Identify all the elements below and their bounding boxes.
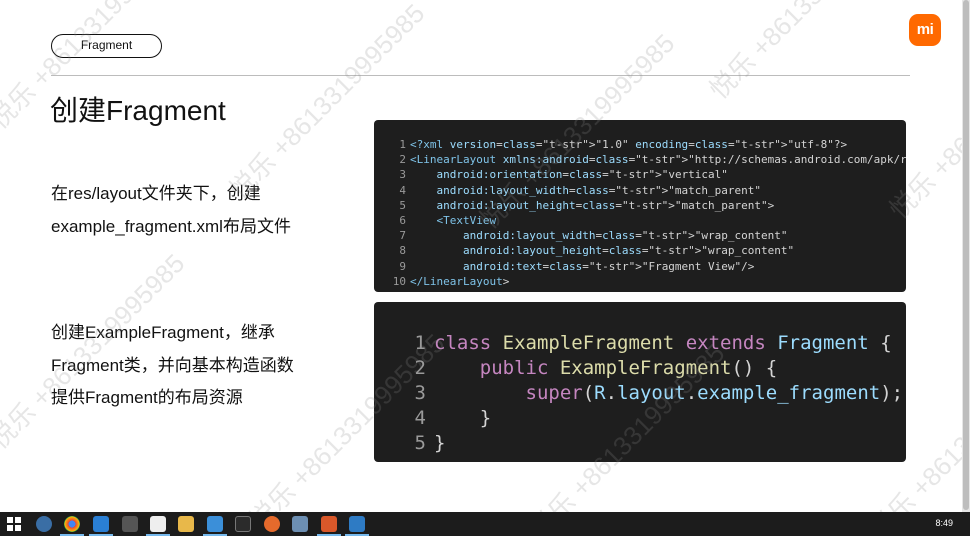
code-text: android:layout_width=class="t-str">"wrap… <box>462 229 788 243</box>
code-text: } <box>434 407 492 429</box>
line-number: 3 <box>414 382 426 404</box>
code-line: 2 public ExampleFragment() { <box>374 356 903 381</box>
java-code-block: 1 class ExampleFragment extends Fragment … <box>374 302 906 462</box>
scrollbar-thumb[interactable] <box>963 0 969 510</box>
line-number: 2 <box>414 357 426 379</box>
description-line: example_fragment.xml布局文件 <box>51 216 291 236</box>
taskbar: 8:49 <box>0 512 970 536</box>
line-number: 3 <box>399 168 406 182</box>
code-line: 10 </LinearLayout> <box>374 274 906 289</box>
line-number: 1 <box>414 332 426 354</box>
code-text: } <box>434 432 446 454</box>
description-line: Fragment类，并向基本构造函数 <box>51 355 294 375</box>
code-line: 4 android:layout_width=class="t-str">"ma… <box>374 183 906 198</box>
browser-icon[interactable] <box>89 516 113 536</box>
code-line: 1 class ExampleFragment extends Fragment … <box>374 331 903 356</box>
xml-code-block: 1 <?xml version=class="t-str">"1.0" encod… <box>374 120 906 292</box>
watermark-text: 悦乐 +8613319995985 <box>703 0 911 105</box>
code-line: 3 super(R.layout.example_fragment); <box>374 381 904 406</box>
description-java: 创建ExampleFragment，继承 Fragment类，并向基本构造函数 … <box>51 317 294 415</box>
scrollbar[interactable] <box>962 0 970 512</box>
code-text: android:layout_height=class="t-str">"mat… <box>436 198 775 212</box>
code-line: 8 android:layout_height=class="t-str">"w… <box>374 243 906 258</box>
line-number: 4 <box>399 183 406 197</box>
line-number: 4 <box>414 407 426 429</box>
code-line: 2 <LinearLayout xmlns:android=class="t-st… <box>374 152 906 167</box>
slide-title: 创建Fragment <box>50 95 226 126</box>
description-line: 在res/layout文件夹下，创建 <box>51 184 261 203</box>
terminal-icon[interactable] <box>235 516 251 532</box>
code-text: android:layout_width=class="t-str">"matc… <box>436 183 762 197</box>
code-text: android:layout_height=class="t-str">"wra… <box>462 244 795 258</box>
code-text: public ExampleFragment() { <box>479 357 778 379</box>
app-icon[interactable] <box>317 516 341 536</box>
header-divider <box>51 75 910 76</box>
line-number: 9 <box>399 259 406 273</box>
code-text: android:orientation=class="t-str">"verti… <box>436 168 728 182</box>
app-icon[interactable] <box>36 516 52 532</box>
line-number: 8 <box>399 244 406 258</box>
line-number: 10 <box>392 274 406 288</box>
code-line: 7 android:layout_width=class="t-str">"wr… <box>374 228 906 243</box>
description-line: 提供Fragment的布局资源 <box>51 388 243 407</box>
taskbar-clock[interactable]: 8:49 <box>935 518 953 528</box>
code-text: super(R.layout.example_fragment); <box>525 382 904 404</box>
code-line: 1 <?xml version=class="t-str">"1.0" encod… <box>374 137 906 152</box>
description-line: 创建ExampleFragment，继承 <box>51 323 275 342</box>
code-line: 4 } <box>374 406 903 431</box>
code-text: <?xml version=class="t-str">"1.0" encodi… <box>410 138 848 151</box>
line-number: 5 <box>399 198 406 212</box>
line-number: 7 <box>399 229 406 243</box>
qq-icon[interactable] <box>146 516 170 536</box>
app-icon[interactable] <box>203 516 227 536</box>
folder-icon[interactable] <box>178 516 194 532</box>
app-icon[interactable] <box>292 516 308 532</box>
code-line: 5} <box>374 431 903 456</box>
xiaomi-logo-icon: mi <box>909 14 941 46</box>
code-line: 9 android:text=class="t-str">"Fragment V… <box>374 259 906 274</box>
code-text: <TextView <box>436 213 497 227</box>
app-icon[interactable] <box>264 516 280 532</box>
section-tag: Fragment <box>51 34 162 58</box>
description-xml: 在res/layout文件夹下，创建 example_fragment.xml布… <box>51 178 291 243</box>
line-number: 5 <box>414 432 426 454</box>
code-line: 5 android:layout_height=class="t-str">"m… <box>374 198 906 213</box>
code-text: </LinearLayout> <box>410 274 510 288</box>
code-line: 3 android:orientation=class="t-str">"ver… <box>374 167 906 182</box>
code-text: <LinearLayout xmlns:android=class="t-str… <box>410 153 906 167</box>
windows-start-icon[interactable] <box>7 517 21 531</box>
app-icon[interactable] <box>345 516 369 536</box>
code-text: class ExampleFragment extends Fragment { <box>434 332 892 354</box>
line-number: 2 <box>399 153 406 167</box>
chrome-icon[interactable] <box>60 516 84 536</box>
line-number: 1 <box>399 138 406 151</box>
line-number: 6 <box>399 213 406 227</box>
code-text: android:text=class="t-str">"Fragment Vie… <box>462 259 755 273</box>
code-line: 6 <TextView <box>374 213 906 228</box>
presentation-slide: Fragment mi 创建Fragment 在res/layout文件夹下，创… <box>0 0 962 512</box>
app-icon[interactable] <box>122 516 138 532</box>
